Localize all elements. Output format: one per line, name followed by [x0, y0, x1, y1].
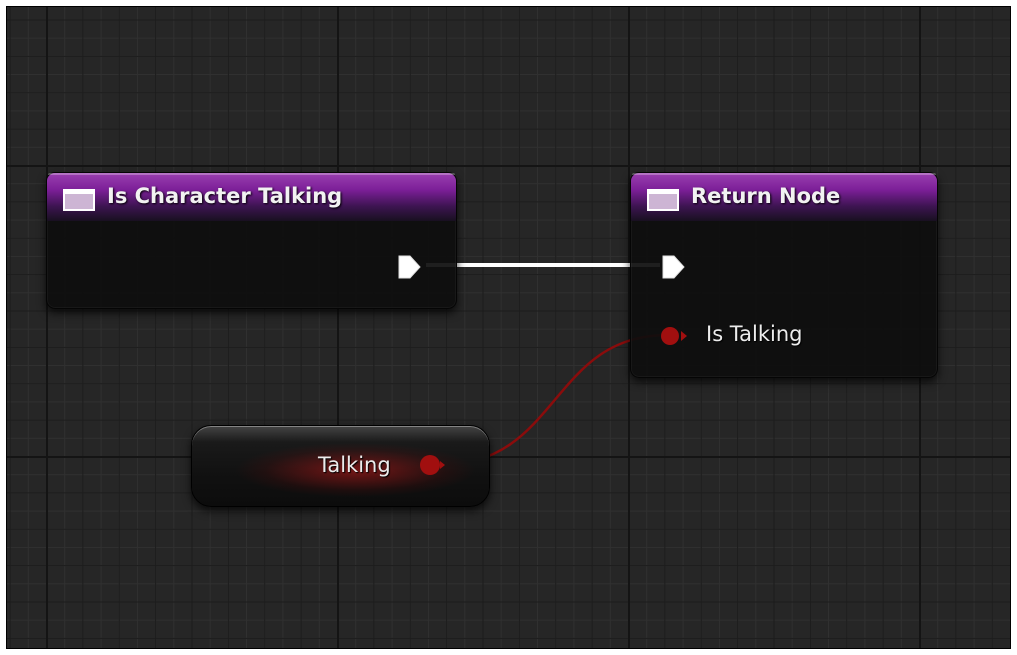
- exec-pin-shape: [398, 255, 421, 279]
- return-node[interactable]: Return Node Is Talking: [630, 172, 938, 378]
- exec-output-pin[interactable]: [397, 253, 423, 281]
- node-title: Return Node: [691, 184, 841, 208]
- variable-get-node[interactable]: Talking: [191, 425, 490, 507]
- function-icon: [647, 189, 679, 211]
- bool-pin-arrow: [681, 331, 687, 341]
- bool-input-pin[interactable]: [659, 325, 689, 347]
- function-icon: [63, 189, 95, 211]
- node-title: Is Character Talking: [107, 184, 343, 208]
- function-entry-node[interactable]: Is Character Talking: [46, 172, 457, 309]
- variable-label-talking: Talking: [318, 453, 391, 477]
- exec-input-pin[interactable]: [661, 253, 687, 281]
- bool-output-pin[interactable]: [418, 454, 448, 476]
- return-node-header[interactable]: Return Node: [631, 173, 937, 221]
- bool-pin-arrow: [440, 461, 445, 469]
- bool-pin-dot: [420, 455, 440, 475]
- exec-pin-shape: [662, 255, 685, 279]
- pin-label-is-talking: Is Talking: [706, 322, 803, 346]
- function-entry-header[interactable]: Is Character Talking: [47, 173, 456, 221]
- bool-pin-dot: [661, 327, 679, 345]
